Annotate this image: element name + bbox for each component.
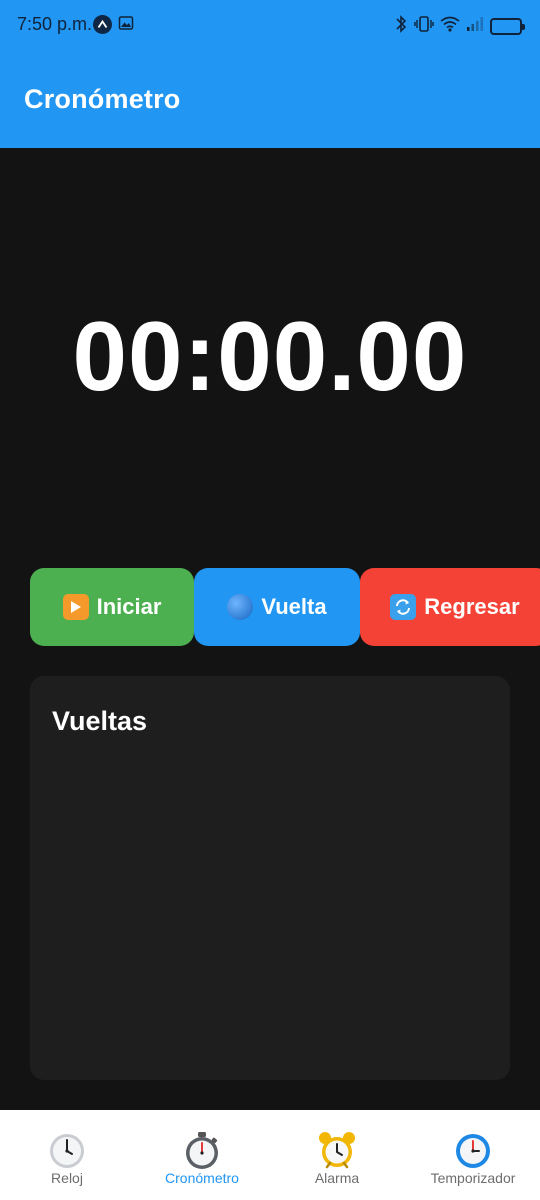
lap-button-label: Vuelta [261,594,327,619]
status-time: 7:50 p.m. [17,14,93,34]
bottom-navigation: Reloj Cronómetro Alarma Temporizador [0,1110,540,1200]
nav-label: Cronómetro [165,1170,239,1186]
signal-icon [466,16,484,37]
nav-item-reloj[interactable]: Reloj [32,1110,102,1200]
laps-panel: Vueltas [30,676,510,1080]
alarm-clock-icon [319,1132,355,1169]
app-header: Cronómetro [0,52,540,148]
battery-icon [490,18,525,35]
laps-title: Vueltas [52,706,148,736]
status-bar: 7:50 p.m. [0,0,540,52]
stopwatch-display: 00:00.00 [72,301,468,411]
nav-label: Temporizador [430,1170,516,1186]
app-screen: 7:50 p.m. Cronómetro 00:00.00 Iniciar Vu… [0,0,540,1200]
lap-button[interactable]: Vuelta [194,568,360,646]
nav-item-alarma[interactable]: Alarma [300,1110,374,1200]
repeat-icon [390,594,417,620]
clock-icon [50,1134,84,1168]
nav-item-temporizador[interactable]: Temporizador [418,1110,528,1200]
app-notification-icon [93,15,112,34]
status-notification-icons [93,15,134,36]
nav-item-cronometro[interactable]: Cronómetro [150,1110,254,1200]
image-notification-icon [118,15,134,36]
play-icon [62,594,89,620]
nav-label: Reloj [51,1170,83,1186]
nav-label: Alarma [314,1170,360,1186]
vibrate-icon [414,15,434,38]
wifi-icon [440,16,460,37]
reset-button-label: Regresar [424,594,520,619]
timer-icon [456,1134,490,1168]
start-button-label: Iniciar [96,594,162,619]
stopwatch-icon [186,1132,218,1169]
reset-button[interactable]: Regresar [360,568,540,646]
blue-circle-icon [227,594,254,620]
bluetooth-icon [394,14,408,39]
status-system-icons [394,14,525,39]
page-title: Cronómetro [24,84,181,114]
stopwatch-controls: Iniciar Vuelta Regresar [0,568,540,646]
start-button[interactable]: Iniciar [30,568,194,646]
